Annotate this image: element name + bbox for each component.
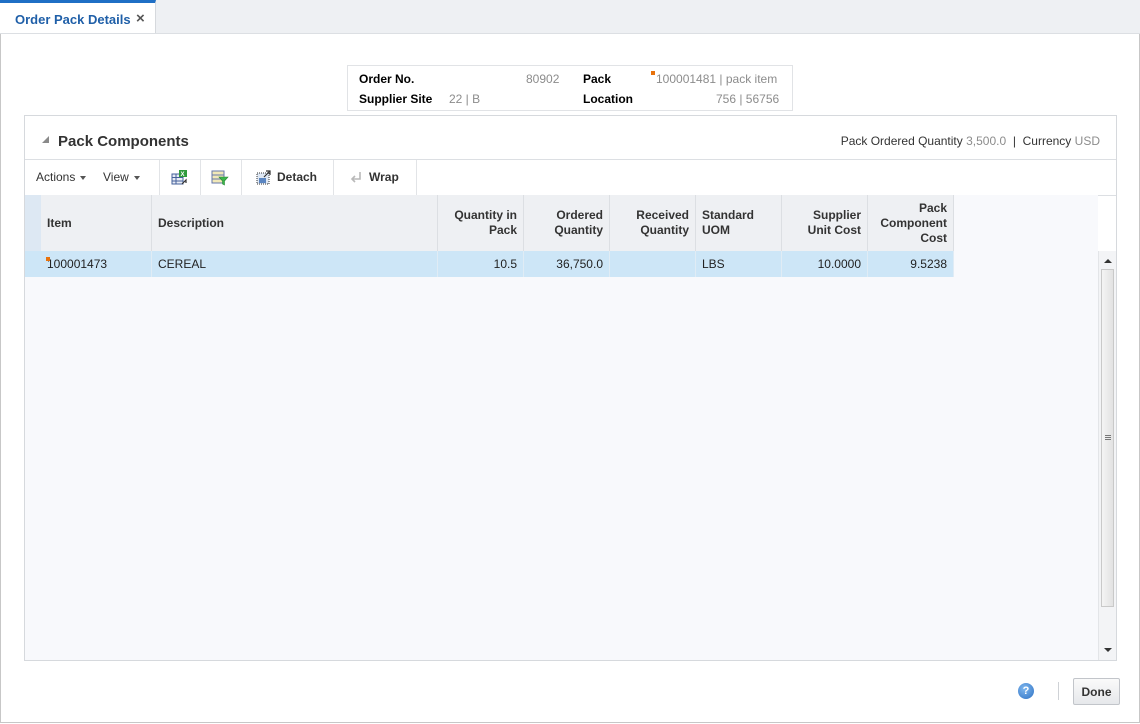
order-no-value: 80902	[526, 72, 560, 86]
column-header-ordered-quantity[interactable]: Ordered Quantity	[524, 195, 610, 251]
actions-label: Actions	[36, 170, 76, 184]
pack-value: 100001481 | pack item	[656, 72, 778, 86]
help-icon[interactable]: ?	[1018, 683, 1034, 699]
cell-quantity-in-pack: 10.5	[438, 251, 524, 277]
location-label: Location	[583, 92, 633, 106]
modified-marker-icon	[651, 71, 655, 75]
column-header-quantity-in-pack[interactable]: Quantity in Pack	[438, 195, 524, 251]
item-value: 100001473	[47, 257, 108, 271]
toolbar-divider	[416, 160, 417, 195]
column-header-received-quantity[interactable]: Received Quantity	[610, 195, 696, 251]
order-header-summary: Order No. 80902 Supplier Site 22 | B Pac…	[347, 65, 793, 111]
summary-separator: |	[1012, 134, 1016, 148]
scrollbar-thumb[interactable]	[1101, 269, 1114, 607]
pack-label: Pack	[583, 72, 612, 86]
panel-title: Pack Components	[58, 133, 189, 150]
currency-label: Currency	[1022, 134, 1072, 148]
cell-standard-uom: LBS	[696, 251, 782, 277]
table-header: Item Description Quantity in Pack Ordere…	[25, 195, 954, 251]
tab-label: Order Pack Details	[15, 12, 131, 27]
actions-menu[interactable]: Actions	[36, 170, 87, 184]
supplier-site-value: 22 | B	[449, 92, 481, 106]
vertical-scrollbar[interactable]	[1098, 251, 1116, 660]
detach-icon	[256, 170, 272, 188]
cell-pack-component-cost: 9.5238	[868, 251, 954, 277]
chevron-down-icon	[133, 175, 140, 180]
cell-item: 100001473	[41, 251, 152, 277]
currency-value: USD	[1074, 134, 1100, 148]
modified-marker-icon	[46, 257, 50, 261]
grip-icon	[1105, 435, 1111, 436]
column-header-item[interactable]: Item	[41, 195, 152, 251]
query-by-example-icon[interactable]	[211, 169, 229, 189]
pack-ordered-quantity-value: 3,500.0	[966, 134, 1007, 148]
toolbar-divider	[241, 160, 242, 195]
collapse-triangle-icon[interactable]	[42, 136, 49, 143]
tab-order-pack-details[interactable]: Order Pack Details ×	[0, 0, 156, 33]
footer-divider	[1058, 682, 1059, 700]
cell-ordered-quantity: 36,750.0	[524, 251, 610, 277]
toolbar-divider	[200, 160, 201, 195]
svg-text:X: X	[181, 172, 185, 178]
pack-summary: Pack Ordered Quantity 3,500.0 | Currency…	[841, 134, 1100, 148]
scroll-up-arrow-icon[interactable]	[1104, 259, 1112, 263]
column-header-pack-component-cost[interactable]: Pack Component Cost	[868, 195, 954, 251]
detach-button[interactable]: Detach	[277, 170, 317, 184]
column-header-standard-uom[interactable]: Standard UOM	[696, 195, 782, 251]
column-header-description[interactable]: Description	[152, 195, 438, 251]
export-to-excel-icon[interactable]: X	[171, 169, 189, 189]
pack-components-panel: Pack Components Pack Ordered Quantity 3,…	[24, 115, 1117, 661]
supplier-site-label: Supplier Site	[359, 92, 433, 106]
toolbar-divider	[333, 160, 334, 195]
row-selector-header	[25, 195, 41, 251]
pack-components-table: Item Description Quantity in Pack Ordere…	[25, 195, 1116, 660]
view-menu[interactable]: View	[103, 170, 140, 184]
wrap-button[interactable]: Wrap	[369, 170, 399, 184]
tab-bar: Order Pack Details ×	[0, 0, 1140, 34]
cell-description: CEREAL	[152, 251, 438, 277]
location-value: 756 | 56756	[716, 92, 780, 106]
done-button[interactable]: Done	[1073, 678, 1120, 705]
table-toolbar: Actions View X Detach Wrap	[25, 159, 1116, 196]
table-row[interactable]: 100001473 CEREAL 10.5 36,750.0 LBS 10.00…	[25, 251, 954, 277]
close-icon[interactable]: ×	[136, 10, 145, 27]
chevron-down-icon	[80, 175, 87, 180]
cell-received-quantity	[610, 251, 696, 277]
cell-supplier-unit-cost: 10.0000	[782, 251, 868, 277]
row-selector[interactable]	[25, 251, 41, 277]
scroll-down-arrow-icon[interactable]	[1104, 648, 1112, 652]
toolbar-divider	[159, 160, 160, 195]
pack-ordered-quantity-label: Pack Ordered Quantity	[840, 134, 963, 148]
column-header-supplier-unit-cost[interactable]: Supplier Unit Cost	[782, 195, 868, 251]
wrap-icon	[350, 171, 362, 186]
order-no-label: Order No.	[359, 72, 415, 86]
view-label: View	[103, 170, 129, 184]
